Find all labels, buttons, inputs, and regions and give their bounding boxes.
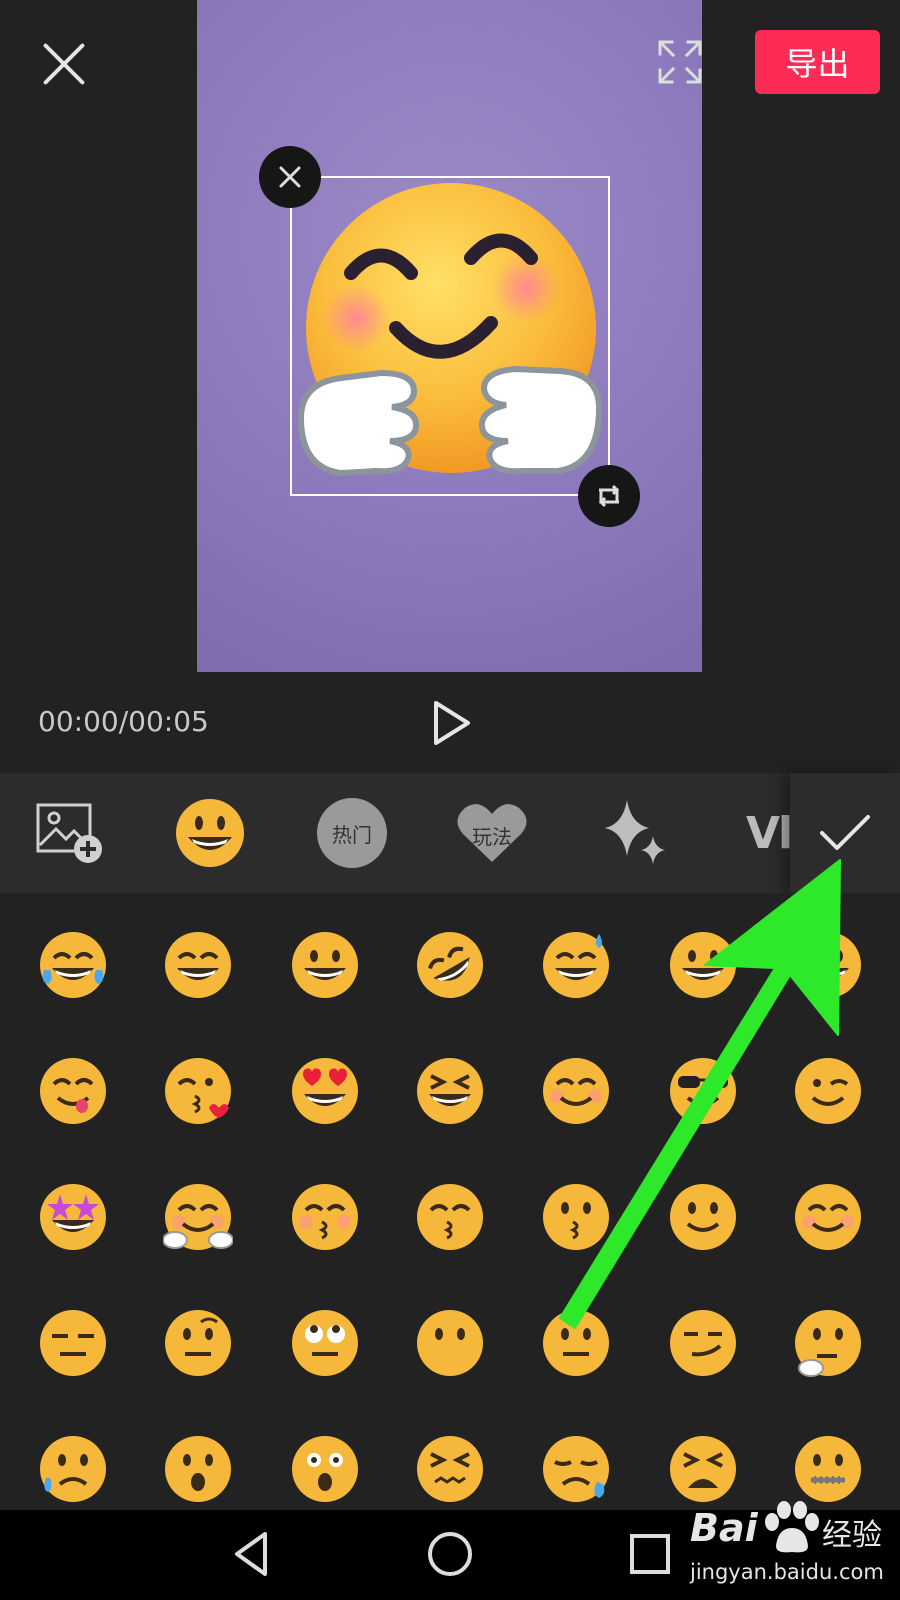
- kissing-smiling-eyes-icon[interactable]: [415, 1182, 485, 1252]
- export-button[interactable]: 导出: [755, 30, 880, 94]
- play-icon[interactable]: [430, 698, 474, 748]
- confirm-button[interactable]: [790, 773, 900, 893]
- laughing-squint-icon[interactable]: [415, 1056, 485, 1126]
- wink-icon[interactable]: [793, 1056, 863, 1126]
- back-icon[interactable]: [225, 1524, 285, 1584]
- tired-icon[interactable]: [668, 1434, 738, 1504]
- expressionless-icon[interactable]: [38, 1308, 108, 1378]
- sad-sweat-icon[interactable]: [38, 1434, 108, 1504]
- sparkle-icon: [605, 800, 665, 864]
- sweat-smile-icon[interactable]: [541, 930, 611, 1000]
- sticker-category-bar: 热门 玩法 Vl: [0, 773, 900, 893]
- close-icon: [279, 166, 301, 188]
- grinning-big-eyes-icon[interactable]: [793, 930, 863, 1000]
- sunglasses-icon[interactable]: [668, 1056, 738, 1126]
- baidu-watermark: Bai 经验 jingyan.baidu.com: [690, 1500, 890, 1600]
- playback-time: 00:00/00:05: [38, 705, 209, 738]
- tab-hot[interactable]: 热门: [312, 773, 392, 893]
- watermark-brand-cn: 经验: [822, 1518, 882, 1553]
- no-mouth-icon[interactable]: [415, 1308, 485, 1378]
- tab-add-image[interactable]: [30, 773, 110, 893]
- neutral-icon[interactable]: [541, 1308, 611, 1378]
- recents-icon[interactable]: [620, 1524, 680, 1584]
- smirk-icon[interactable]: [668, 1308, 738, 1378]
- heart-eyes-icon[interactable]: [290, 1056, 360, 1126]
- hugging-face-sticker[interactable]: [296, 183, 606, 493]
- hushed-icon[interactable]: [163, 1434, 233, 1504]
- tab-vlog[interactable]: Vl: [738, 773, 798, 893]
- fullscreen-icon[interactable]: [658, 40, 702, 84]
- tab-hot-label: 热门: [332, 822, 372, 847]
- tab-sparkle[interactable]: [595, 773, 675, 893]
- watermark-brand: Bai: [690, 1506, 758, 1550]
- rolling-laughing-icon[interactable]: [415, 930, 485, 1000]
- rotate-icon: [598, 484, 620, 508]
- emoji-grid: [0, 893, 900, 1510]
- grinning-icon[interactable]: [290, 930, 360, 1000]
- astonished-icon[interactable]: [290, 1434, 360, 1504]
- raised-eyebrow-icon[interactable]: [163, 1308, 233, 1378]
- tears-of-joy-icon[interactable]: [38, 930, 108, 1000]
- yum-icon[interactable]: [38, 1056, 108, 1126]
- kissing-heart-icon[interactable]: [163, 1056, 233, 1126]
- close-icon[interactable]: [38, 38, 90, 90]
- confounded-icon[interactable]: [415, 1434, 485, 1504]
- rotate-scale-button[interactable]: [578, 465, 640, 527]
- paw-icon: [765, 1501, 819, 1553]
- image-plus-icon: [36, 803, 102, 863]
- tab-emoji[interactable]: [170, 773, 250, 893]
- check-icon: [820, 815, 870, 850]
- kissing-closed-eyes-icon[interactable]: [290, 1182, 360, 1252]
- star-struck-icon[interactable]: [38, 1182, 108, 1252]
- hugging-icon[interactable]: [162, 1182, 234, 1252]
- smiling-blush-icon[interactable]: [541, 1056, 611, 1126]
- kissing-icon[interactable]: [541, 1182, 611, 1252]
- thinking-icon[interactable]: [793, 1308, 863, 1378]
- grin-icon[interactable]: [668, 930, 738, 1000]
- slight-smile-icon[interactable]: [668, 1182, 738, 1252]
- home-icon[interactable]: [420, 1524, 480, 1584]
- grinning-face-icon: [176, 799, 244, 867]
- delete-sticker-button[interactable]: [259, 146, 321, 208]
- tab-vlog-label: Vl: [746, 807, 790, 859]
- rolling-eyes-icon[interactable]: [290, 1308, 360, 1378]
- beaming-grin-icon[interactable]: [163, 930, 233, 1000]
- sleepy-icon[interactable]: [541, 1434, 611, 1504]
- tab-play[interactable]: 玩法: [452, 773, 532, 893]
- watermark-url: jingyan.baidu.com: [690, 1560, 884, 1584]
- zipper-mouth-icon[interactable]: [793, 1434, 863, 1504]
- relaxed-icon[interactable]: [793, 1182, 863, 1252]
- flame-icon: 热门: [317, 798, 387, 868]
- tab-play-label: 玩法: [472, 825, 512, 849]
